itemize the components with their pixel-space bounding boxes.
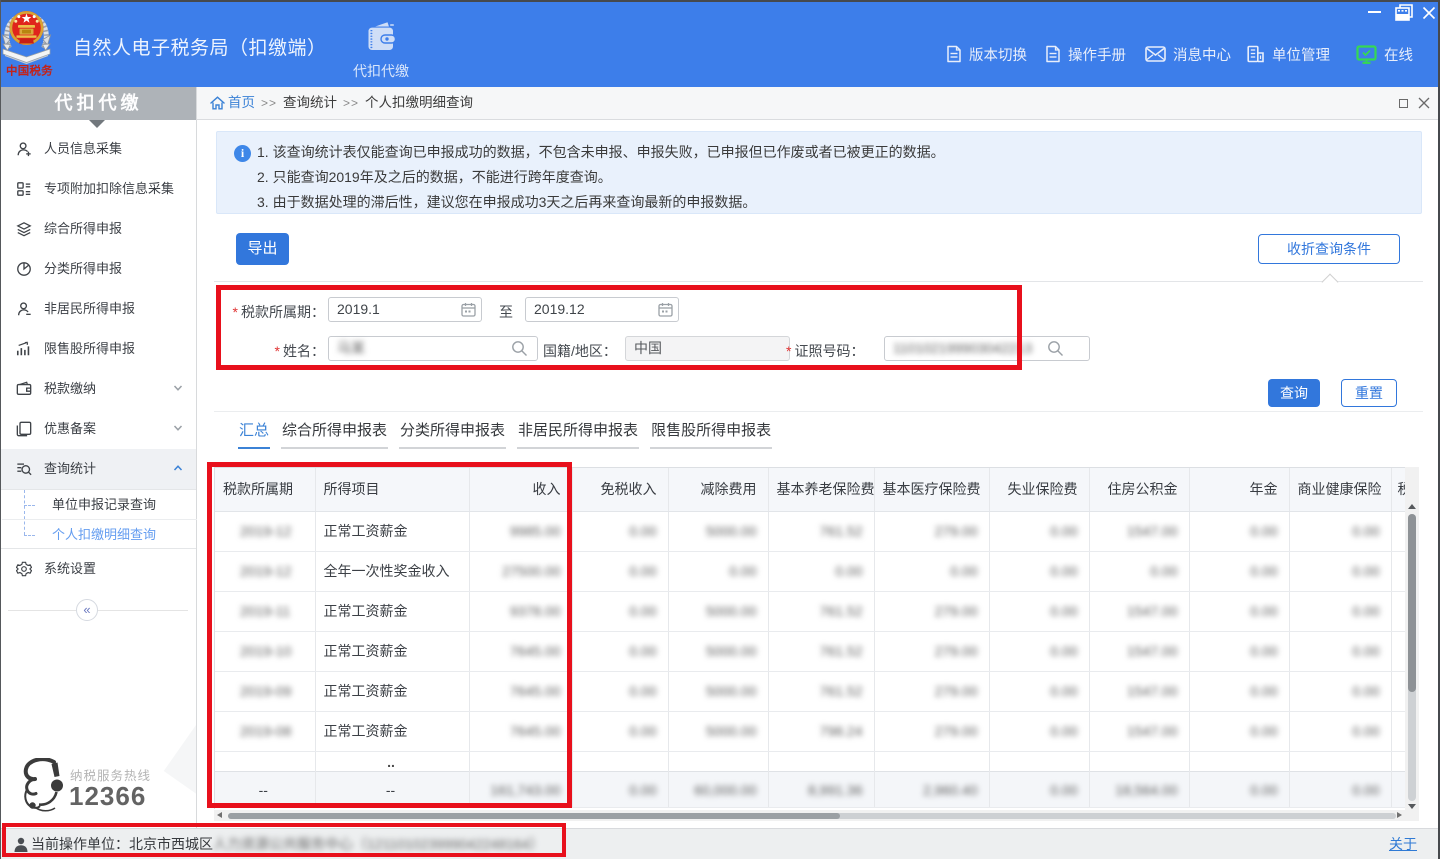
svg-text:中国税务: 中国税务 [6, 64, 53, 78]
